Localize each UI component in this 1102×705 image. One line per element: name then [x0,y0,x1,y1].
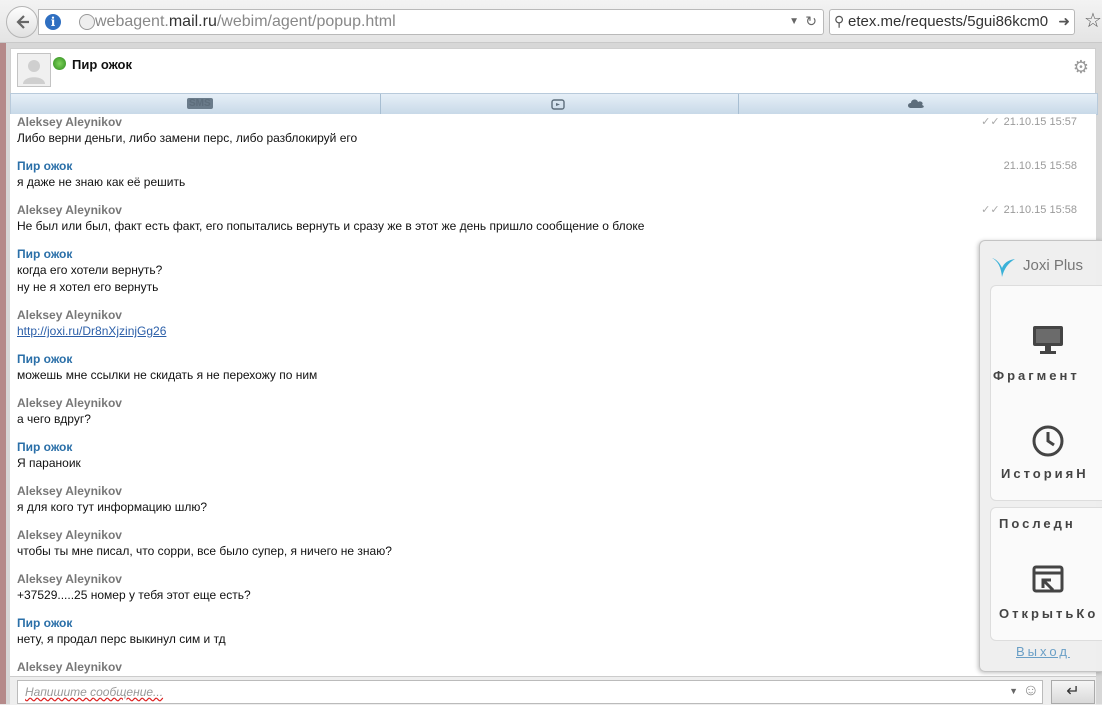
smiley-icon[interactable]: ☺ [1023,682,1039,700]
message-input[interactable]: Напишите сообщение... ▼ ☺ [17,680,1043,704]
address-bar[interactable]: i webagent.mail.ru/webim/agent/popup.htm… [38,9,824,35]
search-value[interactable]: etex.me/requests/5gui86kcm0 [848,13,1048,30]
online-status-icon [53,57,66,70]
reload-icon[interactable]: ↻ [805,13,817,30]
message-author: Aleksey Aleynikov [17,528,122,542]
star-icon[interactable]: ☆ [1084,8,1102,33]
joxi-title: Joxi Plus [1023,257,1084,274]
joxi-fragment-label: Фрагмент [993,368,1080,383]
message-text: а чего вдруг? [17,412,91,426]
joxi-panel: Joxi Plus Фрагмент ИсторияН Последн Откр… [979,240,1102,672]
tab-bar: SMS [10,93,1098,115]
tab-video[interactable] [381,94,739,114]
joxi-logout-link[interactable]: Выход [1016,644,1070,659]
chat-message: Aleksey Aleynikov чтобы ты мне писал, чт… [17,527,1077,560]
joxi-open-label: ОткрытьКо [999,606,1099,621]
chat-header: Пир ожок ⚙ [10,48,1096,94]
message-author: Пир ожок [17,616,73,630]
joxi-history-label: ИсторияН [1001,466,1089,481]
clock-icon [1032,425,1064,457]
chat-message: Пир ожок нету, я продал перс выкинул сим… [17,615,1077,648]
avatar [17,53,51,87]
compose-bar: Напишите сообщение... ▼ ☺ ↵ [10,676,1096,705]
message-author: Пир ожок [17,352,73,366]
chat-message: Aleksey Aleynikov [17,659,1077,675]
chat-log: Aleksey Aleynikov Либо верни деньги, либ… [10,114,1096,676]
browser-toolbar: i webagent.mail.ru/webim/agent/popup.htm… [0,0,1102,43]
chat-message: Aleksey Aleynikov http://joxi.ru/Dr8nXjz… [17,307,1077,340]
joxi-fragment-button[interactable]: Фрагмент [991,286,1102,394]
message-author: Aleksey Aleynikov [17,203,122,217]
chat-message: Пир ожок когда его хотели вернуть? ну не… [17,246,1077,296]
open-window-icon [1032,565,1064,593]
message-text: чтобы ты мне писал, что сорри, все было … [17,544,392,558]
arrow-right-icon[interactable]: ➜ [1058,13,1070,30]
message-author: Aleksey Aleynikov [17,308,122,322]
gear-icon[interactable]: ⚙ [1073,57,1089,78]
search-icon: ⚲ [834,13,845,29]
tab-cloud[interactable] [739,94,1096,114]
chat-message: Aleksey Aleynikov а чего вдруг? [17,395,1077,428]
read-check-icon: ✓✓ [981,116,1000,128]
sms-icon: SMS [187,98,213,109]
message-text: ну не я хотел его вернуть [17,280,159,294]
message-author: Пир ожок [17,440,73,454]
joxi-recent-label: Последн [999,516,1076,531]
chevron-down-icon[interactable]: ▼ [1009,686,1018,696]
chevron-down-icon[interactable]: ▼ [789,16,799,27]
joxi-recent-card: Последн ОткрытьКо [990,507,1102,641]
message-text: можешь мне ссылки не скидать я не перехо… [17,368,318,382]
message-input-placeholder: Напишите сообщение... [25,685,164,699]
message-author: Aleksey Aleynikov [17,484,122,498]
url-text[interactable]: webagent.mail.ru/webim/agent/popup.html [95,13,396,31]
chat-message: Aleksey Aleynikov я для кого тут информа… [17,483,1077,516]
message-text: Не был или был, факт есть факт, его попы… [17,219,645,233]
chat-message: Пир ожок Я параноик [17,439,1077,472]
chat-message: Aleksey Aleynikov +37529.....25 номер у … [17,571,1077,604]
message-author: Aleksey Aleynikov [17,660,122,674]
chat-message: Aleksey Aleynikov Либо верни деньги, либ… [17,114,1077,147]
message-text: Я параноик [17,456,81,470]
message-text: я даже не знаю как её решить [17,175,186,189]
read-check-icon: ✓✓ [981,204,1000,216]
chat-message: Пир ожок можешь мне ссылки не скидать я … [17,351,1077,384]
joxi-capture-card: Фрагмент ИсторияН [990,285,1102,501]
info-icon[interactable]: i [45,14,61,30]
joxi-bird-icon [992,258,1015,277]
globe-icon [79,14,95,30]
tv-icon [551,99,565,110]
message-text: когда его хотели вернуть? [17,263,163,277]
message-time: 21.10.15 15:58 [1003,160,1077,172]
user-silhouette-icon [23,60,45,84]
message-time: ✓✓ 21.10.15 15:57 [981,116,1077,128]
visitor-name: Пир ожок [72,57,132,72]
send-button[interactable]: ↵ [1051,680,1095,704]
message-author: Aleksey Aleynikov [17,115,122,129]
back-button[interactable] [6,6,38,38]
chat-message: Пир ожок я даже не знаю как её решить 21… [17,158,1077,191]
joxi-open-button[interactable]: ОткрытьКо [991,552,1102,640]
message-time: ✓✓ 21.10.15 15:58 [981,204,1077,216]
message-text: Либо верни деньги, либо замени перс, либ… [17,131,358,145]
message-text: нету, я продал перс выкинул сим и тд [17,632,226,646]
cloud-icon [908,99,924,108]
chat-message: Aleksey Aleynikov Не был или был, факт е… [17,202,1077,235]
message-author: Пир ожок [17,247,73,261]
message-author: Aleksey Aleynikov [17,396,122,410]
message-text: я для кого тут информацию шлю? [17,500,207,514]
message-link[interactable]: http://joxi.ru/Dr8nXjzinjGg26 [17,324,166,338]
monitor-icon [1033,326,1063,354]
message-text: +37529.....25 номер у тебя этот еще есть… [17,588,251,602]
enter-arrow-icon: ↵ [1066,683,1080,700]
arrow-left-icon [16,15,29,29]
tab-sms[interactable]: SMS [11,94,381,114]
joxi-history-button[interactable]: ИсторияН [991,394,1102,500]
message-author: Пир ожок [17,159,73,173]
search-input[interactable]: ⚲ etex.me/requests/5gui86kcm0 ➜ [829,9,1075,35]
message-author: Aleksey Aleynikov [17,572,122,586]
